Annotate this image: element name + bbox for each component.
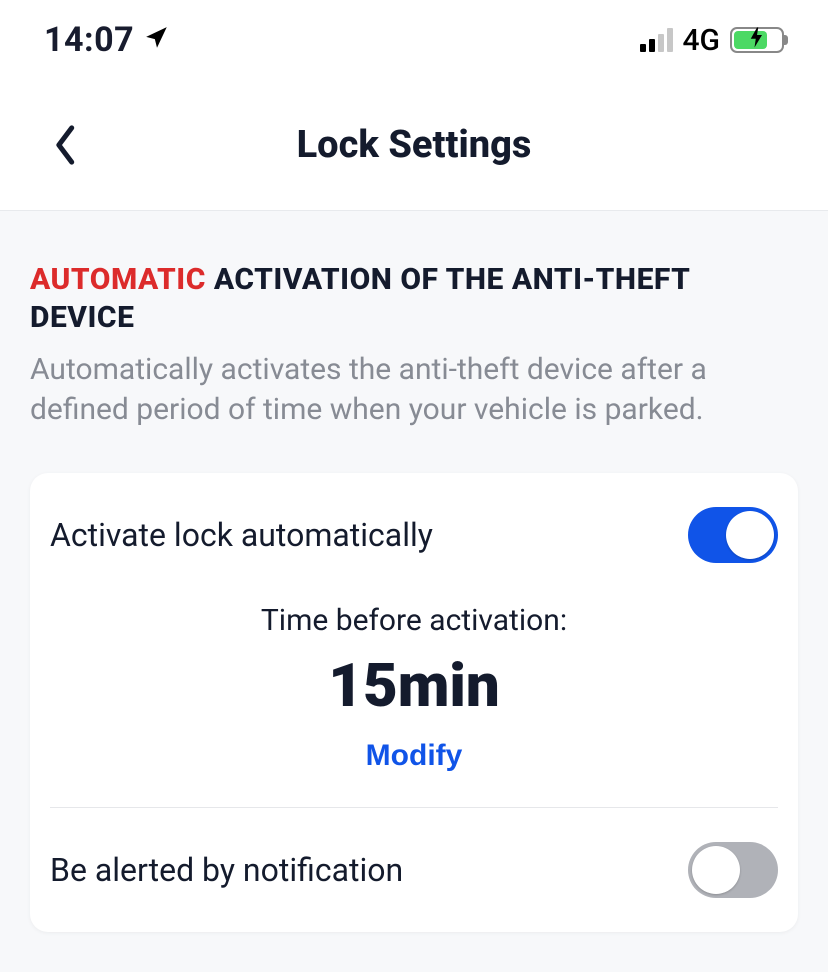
activate-row: Activate lock automatically [30,473,798,597]
alert-row: Be alerted by notification [30,808,798,932]
alert-label: Be alerted by notification [50,851,403,889]
location-icon [144,20,170,60]
clock: 14:07 [44,20,134,60]
status-left: 14:07 [44,20,170,60]
nav-header: Lock Settings [0,80,828,210]
status-bar: 14:07 4G [0,0,828,80]
chevron-left-icon [52,125,80,165]
section-heading: AUTOMATIC ACTIVATION OF THE ANTI-THEFT D… [30,261,798,336]
network-label: 4G [683,23,721,58]
activate-toggle[interactable] [688,507,778,563]
content-area: AUTOMATIC ACTIVATION OF THE ANTI-THEFT D… [0,210,828,972]
battery-icon [730,27,784,53]
activate-label: Activate lock automatically [50,516,433,554]
modify-button[interactable]: Modify [366,739,463,773]
back-button[interactable] [52,125,80,165]
section-description: Automatically activates the anti-theft d… [30,350,798,429]
cellular-signal-icon [640,28,673,52]
page-title: Lock Settings [297,123,532,167]
status-right: 4G [640,23,785,58]
time-caption: Time before activation: [50,603,778,638]
settings-card: Activate lock automatically Time before … [30,473,798,932]
time-block: Time before activation: 15min Modify [30,597,798,807]
heading-accent: AUTOMATIC [30,262,206,297]
alert-toggle[interactable] [688,842,778,898]
time-value: 15min [50,650,778,721]
